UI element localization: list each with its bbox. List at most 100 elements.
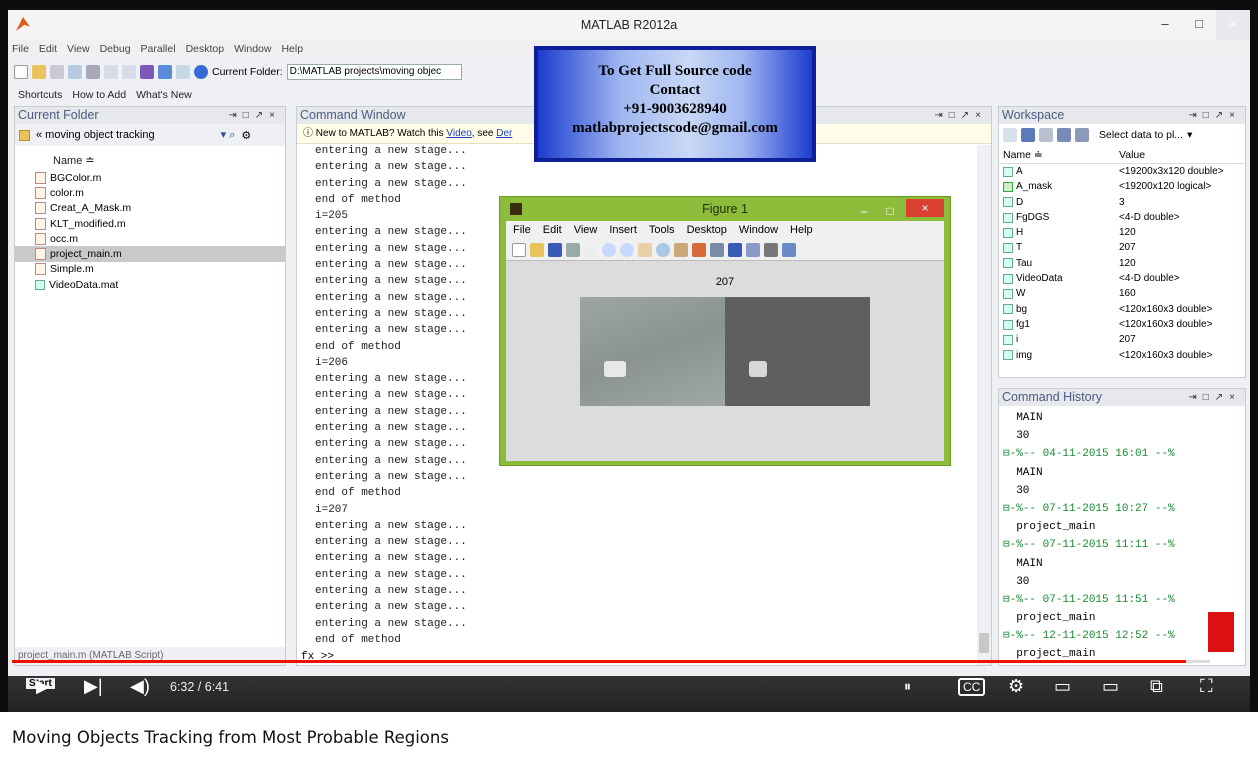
zoom-in-icon[interactable] xyxy=(602,242,616,257)
delete-icon[interactable] xyxy=(1075,128,1089,142)
folder-path[interactable]: « moving object tracking xyxy=(36,129,155,141)
miniplayer-icon[interactable]: ▭ xyxy=(1054,676,1071,697)
menu-help[interactable]: Help xyxy=(281,43,303,55)
minimize-button[interactable]: – xyxy=(1148,10,1182,40)
how-to-add-link[interactable]: How to Add xyxy=(72,89,126,101)
figure-window[interactable]: Figure 1 – □ × File Edit View Insert Tools De… xyxy=(499,196,951,466)
redo-icon[interactable] xyxy=(122,65,136,79)
menu-debug[interactable]: Debug xyxy=(100,43,131,55)
history-session-header[interactable]: ⊟-%-- 07-11-2015 11:11 --% xyxy=(1003,536,1175,554)
figure-menu-item[interactable]: File xyxy=(513,221,531,239)
figure-maximize-button[interactable]: □ xyxy=(880,199,900,223)
file-list-item[interactable]: color.m xyxy=(15,185,285,200)
history-session-header[interactable]: ⊟-%-- 04-11-2015 16:01 --% xyxy=(1003,445,1175,463)
save-icon[interactable] xyxy=(548,242,562,257)
autoplay-toggle-icon[interactable]: ⏸ xyxy=(904,678,911,695)
captions-icon[interactable]: CC xyxy=(958,678,986,696)
history-entry[interactable]: MAIN xyxy=(1003,409,1175,427)
workspace-row[interactable]: A_mask <19200x120 logical> xyxy=(999,179,1245,194)
settings-gear-icon[interactable]: ⚙ xyxy=(1008,676,1024,697)
figure-minimize-button[interactable]: – xyxy=(854,199,874,223)
data-cursor-icon[interactable] xyxy=(674,242,688,257)
figure-menu-item[interactable]: Tools xyxy=(649,221,675,239)
volume-icon[interactable]: ◀) xyxy=(130,676,150,697)
figure-menu-item[interactable]: View xyxy=(574,221,598,239)
rotate-icon[interactable] xyxy=(656,242,670,257)
cast-icon[interactable]: ⧉ xyxy=(1150,676,1163,697)
simulink-icon[interactable] xyxy=(140,65,154,79)
file-list-item[interactable]: VideoData.mat xyxy=(15,277,285,292)
video-progress-bar[interactable] xyxy=(12,660,1210,663)
menu-window[interactable]: Window xyxy=(234,43,271,55)
history-entry[interactable]: project_main xyxy=(1003,518,1175,536)
file-list-item[interactable]: project_main.m xyxy=(15,246,285,262)
history-entry[interactable]: 30 xyxy=(1003,427,1175,445)
name-column-header[interactable]: Name ≐ xyxy=(15,152,285,170)
figure-close-button[interactable]: × xyxy=(906,199,944,217)
file-list-item[interactable]: KLT_modified.m xyxy=(15,216,285,231)
hide-plot-tools-icon[interactable] xyxy=(764,242,778,257)
guide-icon[interactable] xyxy=(158,65,172,79)
history-entry[interactable]: project_main xyxy=(1003,609,1175,627)
workspace-row[interactable]: FgDGS <4-D double> xyxy=(999,210,1245,225)
workspace-row[interactable]: T 207 xyxy=(999,240,1245,255)
menu-edit[interactable]: Edit xyxy=(39,43,57,55)
value-column-header[interactable]: Value xyxy=(1119,146,1145,163)
history-session-header[interactable]: ⊟-%-- 12-11-2015 12:52 --% xyxy=(1003,627,1175,645)
workspace-row[interactable]: bg <120x160x3 double> xyxy=(999,302,1245,317)
pan-icon[interactable] xyxy=(638,242,652,257)
open-folder-icon[interactable] xyxy=(32,65,46,79)
workspace-row[interactable]: fg1 <120x160x3 double> xyxy=(999,317,1245,332)
search-icon[interactable]: ▾ ⌕ xyxy=(221,128,236,142)
zoom-out-icon[interactable] xyxy=(620,242,634,257)
shortcuts-link[interactable]: Shortcuts xyxy=(18,89,62,101)
profiler-icon[interactable] xyxy=(176,65,190,79)
colorbar-icon[interactable] xyxy=(728,242,742,257)
file-list-item[interactable]: occ.m xyxy=(15,231,285,246)
import-data-icon[interactable] xyxy=(1021,128,1035,142)
copy-icon[interactable] xyxy=(68,65,82,79)
pane-controls-icon[interactable]: ⇥□↗× xyxy=(1188,389,1241,406)
workspace-row[interactable]: img <120x160x3 double> xyxy=(999,348,1245,363)
open-file-icon[interactable] xyxy=(530,242,544,257)
print-icon[interactable] xyxy=(1057,128,1071,142)
history-entry[interactable]: MAIN xyxy=(1003,464,1175,482)
whats-new-link[interactable]: What's New xyxy=(136,89,192,101)
demos-link[interactable]: Der xyxy=(496,128,512,139)
workspace-row[interactable]: W 160 xyxy=(999,286,1245,301)
pane-controls-icon[interactable]: ⇥□↗× xyxy=(934,107,987,124)
maximize-button[interactable]: □ xyxy=(1182,10,1216,40)
link-plot-icon[interactable] xyxy=(710,242,724,257)
scroll-thumb[interactable] xyxy=(979,633,989,653)
figure-menu-item[interactable]: Desktop xyxy=(687,221,727,239)
history-entry[interactable]: 30 xyxy=(1003,482,1175,500)
history-session-header[interactable]: ⊟-%-- 07-11-2015 10:27 --% xyxy=(1003,500,1175,518)
name-column-header[interactable]: Name ≐ xyxy=(999,146,1119,163)
file-list-item[interactable]: Simple.m xyxy=(15,262,285,277)
brush-icon[interactable] xyxy=(692,242,706,257)
close-button[interactable]: × xyxy=(1216,10,1250,40)
file-list-item[interactable]: Creat_A_Mask.m xyxy=(15,201,285,216)
help-icon[interactable] xyxy=(194,65,208,79)
workspace-row[interactable]: H 120 xyxy=(999,225,1245,240)
new-figure-icon[interactable] xyxy=(512,242,526,257)
menu-view[interactable]: View xyxy=(67,43,90,55)
folder-address-bar[interactable]: « moving object tracking ▾ ⌕ ⚙ xyxy=(15,124,285,146)
new-file-icon[interactable] xyxy=(14,65,28,79)
workspace-row[interactable]: i 207 xyxy=(999,332,1245,347)
show-plot-tools-icon[interactable] xyxy=(782,242,796,257)
menu-file[interactable]: File xyxy=(12,43,29,55)
workspace-row[interactable]: VideoData <4-D double> xyxy=(999,271,1245,286)
gear-icon[interactable]: ⚙ xyxy=(241,129,251,142)
fullscreen-icon[interactable]: ⛶ xyxy=(1200,676,1213,697)
workspace-row[interactable]: D3 xyxy=(999,195,1245,210)
print-icon[interactable] xyxy=(566,242,580,257)
history-entry[interactable]: 30 xyxy=(1003,573,1175,591)
history-entry[interactable]: MAIN xyxy=(1003,555,1175,573)
video-player[interactable]: MATLAB R2012a – □ × File Edit View Debug… xyxy=(0,0,1258,712)
play-icon[interactable]: ▶ xyxy=(36,676,50,697)
new-variable-icon[interactable] xyxy=(1003,128,1017,142)
current-folder-input[interactable]: D:\MATLAB projects\moving objec xyxy=(286,64,462,80)
file-list-item[interactable]: BGColor.m xyxy=(15,170,285,185)
history-session-header[interactable]: ⊟-%-- 07-11-2015 11:51 --% xyxy=(1003,591,1175,609)
